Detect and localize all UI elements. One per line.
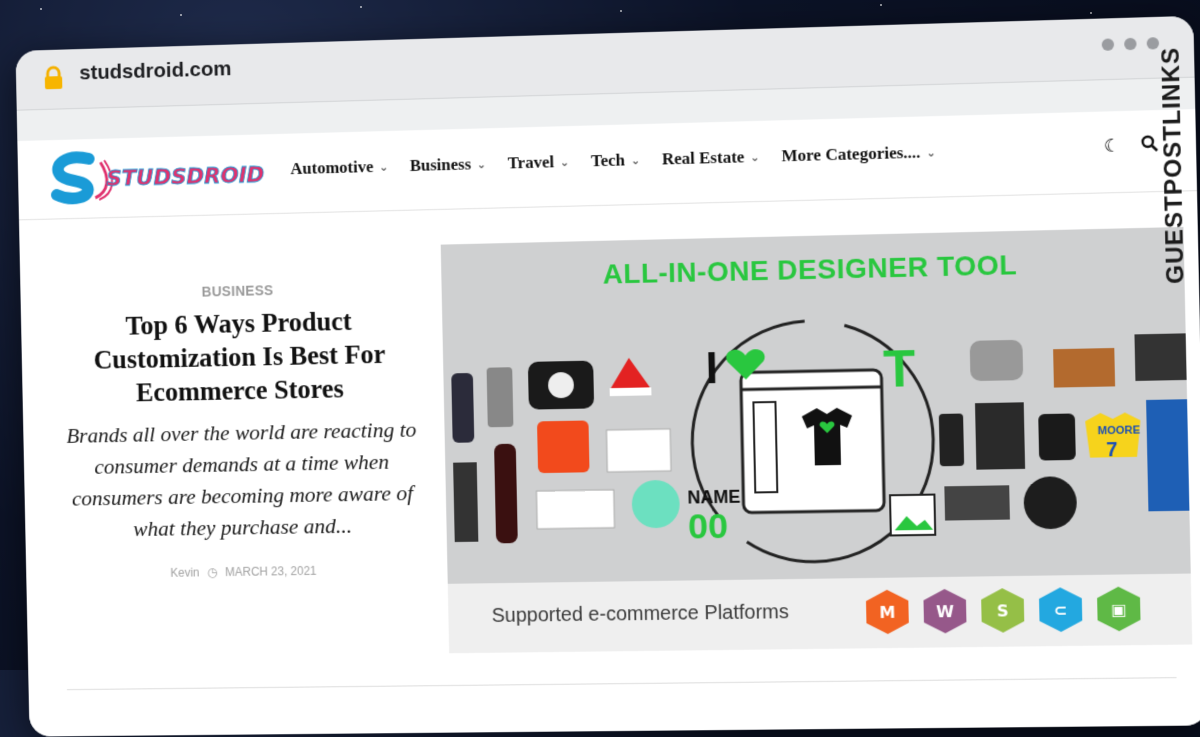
article-category[interactable]: BUSINESS <box>49 279 428 303</box>
chevron-down-icon: ⌄ <box>926 145 936 160</box>
woocommerce-icon: W <box>923 589 966 634</box>
chevron-down-icon: ⌄ <box>559 155 570 169</box>
nav-item-tech[interactable]: Tech ⌄ <box>591 150 641 171</box>
magento-icon: M <box>866 590 909 635</box>
nav-label: Automotive <box>290 157 374 179</box>
article-excerpt: Brands all over the world are reacting t… <box>65 416 417 541</box>
main-nav: Automotive ⌄ Business ⌄ Travel ⌄ Tech ⌄ Real… <box>290 142 936 179</box>
site-logo[interactable]: STUDSDROID <box>46 144 269 207</box>
nav-label: Real Estate <box>661 147 745 169</box>
chevron-down-icon: ⌄ <box>630 153 641 167</box>
article-author[interactable]: Kevin <box>170 566 199 580</box>
divider <box>66 677 1177 691</box>
chevron-down-icon: ⌄ <box>476 157 487 171</box>
hero-headline: ALL-IN-ONE DESIGNER TOOL <box>602 249 1018 290</box>
article-date: MARCH 23, 2021 <box>224 563 317 580</box>
nav-item-travel[interactable]: Travel ⌄ <box>508 152 570 173</box>
product-collage: I T NAME 00 MOORE 7 <box>451 288 1190 592</box>
jersey-number: 7 <box>1106 439 1118 462</box>
nav-label: Travel <box>507 152 555 173</box>
url-text: studsdroid.com <box>79 57 232 85</box>
chevron-down-icon: ⌄ <box>379 160 389 174</box>
search-icon[interactable] <box>1140 134 1159 153</box>
nav-label: Tech <box>590 150 626 171</box>
clock-icon: ◷ <box>207 565 218 580</box>
opencart-icon: ⊂ <box>1039 587 1083 632</box>
svg-text:I: I <box>705 345 718 394</box>
shopify-bag-icon: ▣ <box>1097 586 1141 631</box>
nav-item-automotive[interactable]: Automotive ⌄ <box>290 157 388 179</box>
featured-article: BUSINESS Top 6 Ways Product Customizatio… <box>49 279 434 582</box>
window-dot[interactable] <box>1124 37 1137 51</box>
browser-window: studsdroid.com STUDSDROID Automotive ⌄ Bu… <box>9 0 1200 737</box>
svg-text:T: T <box>883 338 916 398</box>
jersey-name: MOORE <box>1098 424 1141 437</box>
window-controls <box>1101 37 1160 51</box>
watermark: GUESTPOSTLINKS <box>1157 46 1194 341</box>
nav-item-more-categories[interactable]: More Categories.... ⌄ <box>781 142 936 166</box>
logo-text: STUDSDROID <box>106 163 264 192</box>
article-title[interactable]: Top 6 Ways Product Customization Is Best… <box>50 302 431 410</box>
platforms-label: Supported e-commerce Platforms <box>491 601 790 627</box>
window-dot[interactable] <box>1101 38 1115 51</box>
platforms-bar: Supported e-commerce Platforms M W S ⊂ ▣ <box>447 573 1193 654</box>
shopify-icon: S <box>981 588 1025 633</box>
nav-item-real-estate[interactable]: Real Estate ⌄ <box>662 147 760 170</box>
nav-label: More Categories.... <box>781 142 921 166</box>
featured-image[interactable]: ALL-IN-ONE DESIGNER TOOL I T NAME 00 MOO… <box>440 226 1193 654</box>
nav-label: Business <box>409 154 472 175</box>
article-meta: Kevin ◷ MARCH 23, 2021 <box>55 562 434 581</box>
name-number: 00 <box>688 506 729 547</box>
nav-item-business[interactable]: Business ⌄ <box>410 154 487 176</box>
watermark-text: GUESTPOSTLINKS <box>1157 46 1190 285</box>
lock-icon <box>41 65 66 90</box>
web-page: STUDSDROID Automotive ⌄ Business ⌄ Travel ⌄… <box>17 109 1200 737</box>
dark-mode-moon-icon[interactable]: ☾ <box>1104 135 1121 157</box>
chevron-down-icon: ⌄ <box>750 150 760 164</box>
name-label: NAME <box>687 487 740 508</box>
